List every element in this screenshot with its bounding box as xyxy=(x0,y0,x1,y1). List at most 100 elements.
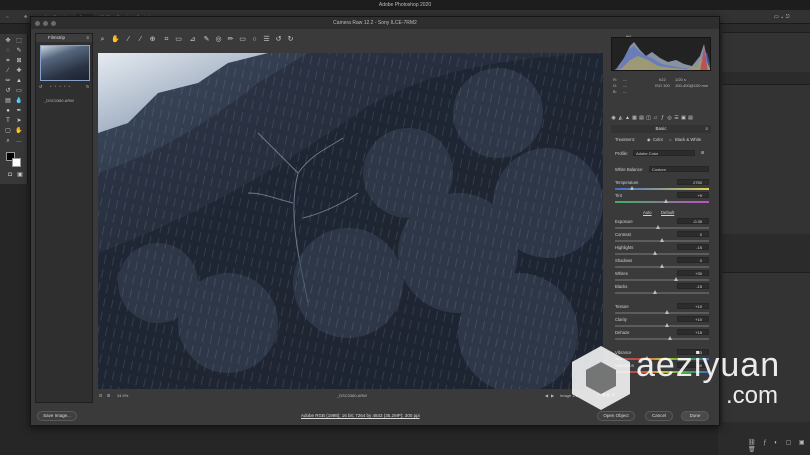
tab-split-toning-icon[interactable]: ▤ xyxy=(639,115,644,121)
rotate-cw-icon[interactable]: ↻ xyxy=(287,36,294,43)
slider-thumb[interactable] xyxy=(656,225,661,229)
slider-track[interactable] xyxy=(615,290,709,294)
close-window-icon[interactable] xyxy=(35,21,40,26)
slider-track[interactable] xyxy=(615,277,709,281)
slider-track[interactable] xyxy=(615,323,709,327)
screen-mode-icon[interactable]: ▣ xyxy=(16,172,24,178)
straighten-icon[interactable]: ▭ xyxy=(175,36,182,43)
zoom-in-icon[interactable]: ⊞ xyxy=(107,393,110,398)
basic-menu-icon[interactable]: ≡ xyxy=(705,125,708,133)
slider-value-input[interactable]: +9 xyxy=(677,192,709,198)
type-icon[interactable]: T xyxy=(4,118,12,124)
tab-basic-icon[interactable]: ◉ xyxy=(611,115,616,121)
thumbnail-rating[interactable]: * * * * * xyxy=(50,84,71,89)
zoom-level[interactable]: 34.9% xyxy=(117,393,128,398)
slider-thumb[interactable] xyxy=(653,251,658,255)
tab-tone-curve-icon[interactable]: ◭ xyxy=(618,115,623,121)
brush-icon[interactable]: ✏ xyxy=(4,78,12,84)
tab-more-icon[interactable]: ▤ xyxy=(688,115,693,121)
slider-thumb[interactable] xyxy=(660,238,664,242)
background-color-swatch[interactable] xyxy=(12,158,21,167)
crop-tool-icon[interactable]: ⌗ xyxy=(163,36,170,43)
slider-thumb[interactable] xyxy=(664,310,669,314)
layer-footer-icons[interactable]: ⛓ ƒ ◐ ▢ ▣ 🗑 xyxy=(748,439,810,453)
slider-track[interactable] xyxy=(615,186,709,190)
slider-value-input[interactable]: 0 xyxy=(677,231,709,237)
next-image-icon[interactable]: ▶ xyxy=(551,393,554,398)
slider-thumb[interactable] xyxy=(663,199,668,203)
tab-presets-icon[interactable]: ☰ xyxy=(674,115,679,121)
zoom-tool-icon[interactable]: ⌕ xyxy=(99,36,106,43)
slider-value-input[interactable]: 2750 xyxy=(677,179,709,185)
image-preview[interactable] xyxy=(98,53,603,389)
slider-value-input[interactable]: -15 xyxy=(677,244,709,250)
slider-track[interactable] xyxy=(615,238,709,242)
slider-value-input[interactable]: +10 xyxy=(677,316,709,322)
slider-track[interactable] xyxy=(615,251,709,255)
slider-track[interactable] xyxy=(615,310,709,314)
rotate-ccw-icon[interactable]: ↺ xyxy=(275,36,282,43)
dodge-icon[interactable]: ● xyxy=(4,108,12,114)
hand-icon[interactable]: ✋ xyxy=(15,128,23,134)
tab-effects-icon[interactable]: ƒ xyxy=(660,115,665,121)
adjustment-brush-icon[interactable]: ✏ xyxy=(227,36,234,43)
slider-value-input[interactable]: +30 xyxy=(677,270,709,276)
default-link[interactable]: Default xyxy=(661,210,674,215)
crop-icon[interactable]: ⌗ xyxy=(4,58,12,64)
home-icon[interactable]: ⌂ xyxy=(6,14,8,19)
pen-icon[interactable]: ✒ xyxy=(15,108,23,114)
quick-select-icon[interactable]: ✎ xyxy=(15,48,23,54)
slider-track[interactable] xyxy=(615,264,709,268)
minimize-window-icon[interactable] xyxy=(43,21,48,26)
eyedropper-icon[interactable]: ⁄ xyxy=(4,68,12,74)
workspace-icons[interactable]: ▭ ⌄ ⎋ xyxy=(774,14,790,20)
history-brush-icon[interactable]: ↺ xyxy=(4,88,12,94)
tab-snapshots-icon[interactable]: ▣ xyxy=(681,115,686,121)
slider-track[interactable] xyxy=(615,225,709,229)
white-balance-dropdown[interactable]: Custom xyxy=(649,166,709,172)
white-balance-tool-icon[interactable]: ⁄ xyxy=(125,36,132,43)
bw-radio[interactable]: ○ xyxy=(669,137,672,142)
marquee-icon[interactable]: ⬚ xyxy=(15,38,23,44)
rotate-right-icon[interactable]: ↻ xyxy=(86,84,89,89)
blur-icon[interactable]: 💧 xyxy=(15,98,23,104)
slider-thumb[interactable] xyxy=(664,323,669,327)
workflow-options-link[interactable]: Adobe RGB (1998); 16 bit; 7264 by 4843 (… xyxy=(301,413,420,418)
tab-lens-icon[interactable]: ◫ xyxy=(646,115,651,121)
preferences-icon[interactable]: ☰ xyxy=(263,36,270,43)
more-tools-icon[interactable]: … xyxy=(15,138,23,144)
red-eye-icon[interactable]: ◎ xyxy=(215,36,222,43)
color-sampler-icon[interactable]: ⁄ xyxy=(137,36,144,43)
lasso-icon[interactable]: ◌ xyxy=(4,48,12,54)
eraser-icon[interactable]: ▭ xyxy=(15,88,23,94)
hand-tool-icon[interactable]: ✋ xyxy=(111,36,120,43)
path-select-icon[interactable]: ➤ xyxy=(15,118,23,124)
tab-hsl-icon[interactable]: ▦ xyxy=(632,115,637,121)
stamp-icon[interactable]: ▲ xyxy=(15,78,23,84)
target-adjust-icon[interactable]: ⊕ xyxy=(149,36,156,43)
tab-detail-icon[interactable]: ▲ xyxy=(625,115,630,121)
slider-value-input[interactable]: -0.35 xyxy=(677,218,709,224)
filmstrip-menu-icon[interactable]: ≡ xyxy=(86,34,92,42)
rectangle-icon[interactable]: ▢ xyxy=(4,128,12,134)
slider-thumb[interactable] xyxy=(674,277,679,281)
slider-value-input[interactable]: -15 xyxy=(677,283,709,289)
prev-image-icon[interactable]: ◀ xyxy=(545,393,548,398)
slider-value-input[interactable]: +15 xyxy=(677,329,709,335)
save-image-button[interactable]: Save Image... xyxy=(37,411,77,421)
zoom-out-icon[interactable]: ⊟ xyxy=(99,393,102,398)
profile-browser-icon[interactable]: ⊞ xyxy=(701,150,705,155)
zoom-window-icon[interactable] xyxy=(51,21,56,26)
tab-transform-icon[interactable]: ▱ xyxy=(653,115,658,121)
move-icon[interactable]: ✥ xyxy=(4,38,12,44)
zoom-icon[interactable]: ⌕ xyxy=(4,138,12,144)
rotate-left-icon[interactable]: ↺ xyxy=(39,84,42,89)
move-tool-icon[interactable]: ✥ xyxy=(24,14,27,19)
radial-filter-icon[interactable]: ○ xyxy=(251,36,258,43)
transform-icon[interactable]: ⊿ xyxy=(189,36,196,43)
quick-mask-icon[interactable]: ◘ xyxy=(6,172,14,178)
graduated-filter-icon[interactable]: ▭ xyxy=(239,36,246,43)
profile-dropdown[interactable]: Adobe Color xyxy=(633,150,695,156)
gradient-icon[interactable]: ▤ xyxy=(4,98,12,104)
slider-thumb[interactable] xyxy=(660,264,664,268)
